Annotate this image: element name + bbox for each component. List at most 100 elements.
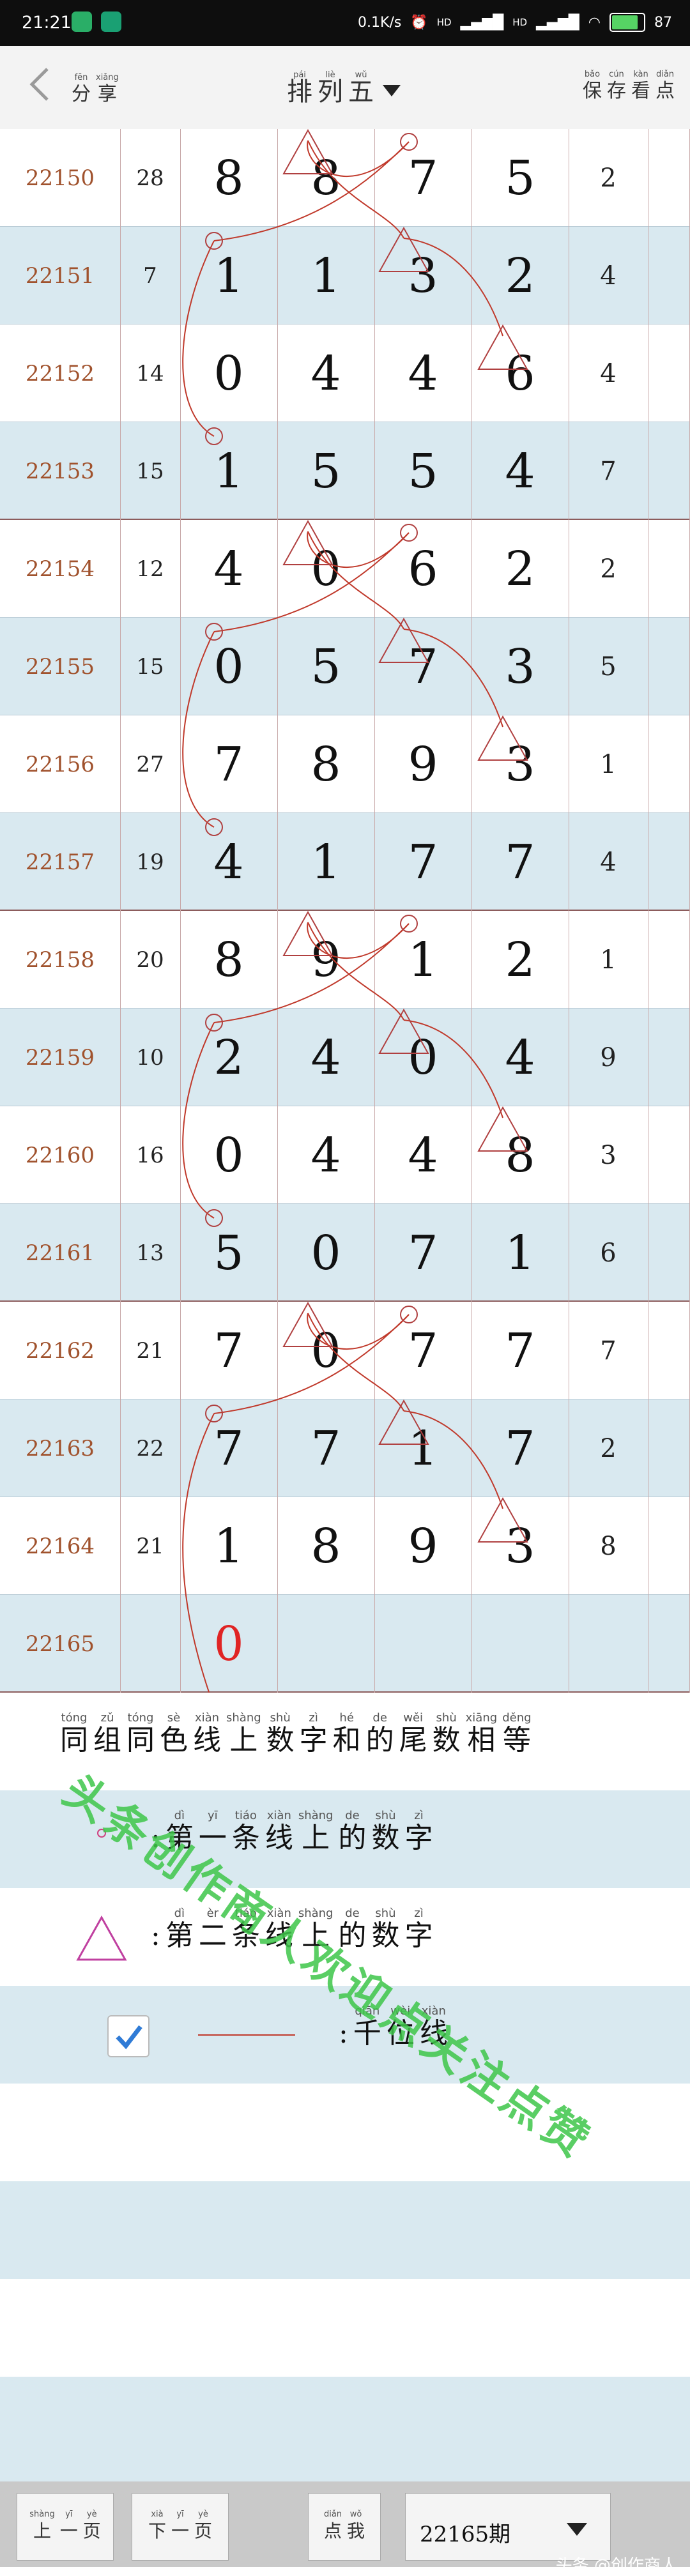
hanzi: 线	[264, 1822, 293, 1854]
pinyin: shù	[375, 1907, 396, 1920]
ruby-char: zì 字	[404, 1907, 433, 1952]
digit-sum: 19	[136, 849, 164, 875]
pinyin: xiàn	[266, 1809, 291, 1822]
sum-tail	[569, 1595, 648, 1693]
next-page-button[interactable]: xià 下 yī 一 yè 页	[132, 2493, 229, 2561]
ruby-char: xiāng 相	[466, 1712, 498, 1757]
period-value: 22165期	[420, 2522, 511, 2547]
issue-number: 22150	[25, 165, 95, 191]
issue-number: 22156	[25, 751, 95, 777]
pinyin: hé	[339, 1711, 354, 1725]
ruby-char: shù 数	[266, 1712, 295, 1757]
net-speed: 0.1K/s	[358, 14, 402, 31]
pinyin: xiāng	[465, 1711, 498, 1725]
sum-tail: 6	[600, 1238, 617, 1268]
ruby-char: xiǎng 享	[96, 73, 119, 107]
tap-me-button[interactable]: diǎn 点 wǒ 我	[308, 2493, 381, 2561]
draw-row: 22155 15 0 5 7 3 5	[0, 618, 690, 715]
legend-line-sample	[198, 2034, 295, 2036]
draw-digit: 7	[505, 834, 535, 890]
issue-number: 22161	[25, 1240, 95, 1266]
pinyin: děng	[502, 1711, 532, 1725]
legend-row-7	[0, 2279, 690, 2377]
status-right: 0.1K/s ⏰ HD ▂▄▆█ HD ▂▄▆█ ◠ 87	[358, 13, 672, 32]
sum-tail: 2	[600, 554, 617, 584]
ruby-char: liè 列	[318, 71, 343, 107]
header-actions[interactable]: bǎo 保 cún 存 kàn 看 diǎn 点	[580, 70, 677, 103]
hanzi: 列	[318, 77, 343, 107]
draw-digit: 1	[310, 248, 341, 303]
digit-sum: 21	[136, 1533, 164, 1559]
draw-digit: 4	[310, 1030, 341, 1085]
sum-tail: 4	[600, 358, 617, 388]
ruby-char: bǎo 保	[583, 70, 602, 103]
ruby-char: zì 字	[300, 1712, 328, 1757]
draw-digit: 1	[213, 443, 244, 499]
sum-tail: 1	[600, 749, 617, 779]
thousands-line-checkbox[interactable]	[107, 2015, 150, 2057]
draw-digit: 6	[505, 346, 535, 401]
ruby-char: yè 页	[83, 2510, 101, 2543]
pinyin: xià	[151, 2510, 164, 2519]
digit-sum: 10	[136, 1044, 164, 1071]
pinyin: fēn	[74, 73, 88, 82]
page-title[interactable]: pái 排 liè 列 wǔ 五	[284, 68, 401, 107]
sum-tail: 1	[600, 945, 617, 975]
draw-digit: 3	[505, 736, 535, 792]
pinyin: de	[345, 1809, 360, 1822]
draw-row: 22152 14 0 4 4 6 4	[0, 324, 690, 422]
draw-row: 22151 7 1 1 3 2 4	[0, 227, 690, 324]
hanzi: :	[151, 1919, 160, 1952]
wechat-icon	[72, 11, 92, 32]
hanzi: 同	[126, 1724, 155, 1757]
digit-sum: 20	[136, 947, 164, 973]
pinyin: diǎn	[323, 2510, 342, 2519]
ruby-char: xiàn 线	[265, 1810, 293, 1854]
draw-digit: 4	[505, 1030, 535, 1085]
issue-number: 22163	[25, 1435, 95, 1461]
draw-digit: 7	[408, 834, 438, 890]
draw-digit: 7	[213, 1323, 244, 1378]
draw-digit: 3	[505, 639, 535, 694]
draw-row: 22159 10 2 4 0 4 9	[0, 1009, 690, 1106]
ruby-char: zì 字	[404, 1810, 433, 1854]
column-divider	[120, 129, 121, 1693]
column-divider	[471, 129, 472, 1693]
draw-digit	[277, 1595, 374, 1693]
draw-digit: 7	[408, 150, 438, 206]
pinyin: de	[372, 1711, 387, 1725]
issue-number: 22158	[25, 947, 95, 973]
issue-number: 22160	[25, 1142, 95, 1168]
ruby-char: de 的	[366, 1712, 394, 1757]
hanzi: 条	[231, 1822, 260, 1854]
digit-sum: 14	[136, 360, 164, 386]
prev-page-button[interactable]: shàng 上 yī 一 yè 页	[17, 2493, 114, 2561]
draw-digit: 4	[310, 346, 341, 401]
draw-digit: 4	[505, 443, 535, 499]
back-arrow-icon[interactable]	[26, 65, 55, 103]
period-select[interactable]: 22165期	[405, 2493, 611, 2561]
ruby-char: shù 数	[371, 1810, 399, 1854]
pinyin	[154, 1907, 158, 1920]
share-button[interactable]: fēn 分 xiǎng 享	[69, 70, 121, 107]
hanzi: 色	[160, 1724, 188, 1757]
draw-digit: 2	[505, 541, 535, 597]
column-divider	[180, 129, 181, 1693]
pinyin: tóng	[127, 1711, 154, 1725]
chevron-down-icon[interactable]	[383, 85, 401, 96]
draw-digit: 3	[505, 1518, 535, 1574]
ruby-char: shù 数	[371, 1907, 399, 1952]
pinyin: shù	[436, 1711, 457, 1725]
sum-tail: 4	[600, 261, 617, 291]
battery-icon	[610, 13, 645, 32]
draw-digit: 0	[213, 346, 244, 401]
draw-digit: 5	[310, 639, 341, 694]
ruby-char: hé 和	[333, 1712, 361, 1757]
ruby-char: xiàn 线	[193, 1712, 221, 1757]
credit-text: 头条 @创作商人	[555, 2556, 677, 2575]
pinyin: de	[345, 1907, 360, 1920]
ruby-char: sè 色	[160, 1712, 188, 1757]
pinyin: wěi	[403, 1711, 424, 1725]
issue-number: 22151	[25, 263, 95, 289]
hanzi: 数	[371, 1822, 400, 1854]
